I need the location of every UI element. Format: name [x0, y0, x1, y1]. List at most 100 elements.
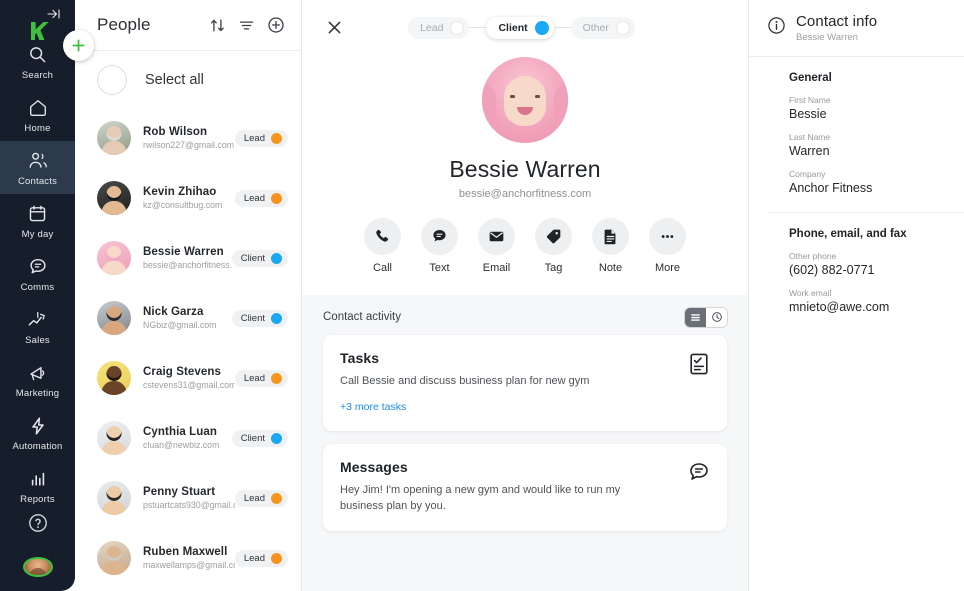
- sales-chart-icon: [0, 308, 75, 332]
- sidebar-item-reports[interactable]: Reports: [0, 459, 75, 512]
- list-item[interactable]: Bessie Warren bessie@anchorfitness.com Cli…: [75, 228, 301, 288]
- list-item[interactable]: Rob Wilson rwilson227@gmail.com Lead: [75, 108, 301, 168]
- list-item-text: Craig Stevens cstevens31@gmail.com: [143, 366, 235, 390]
- status-badge-label: Lead: [243, 492, 265, 504]
- status-badge[interactable]: Client: [231, 249, 288, 267]
- sort-arrows-icon[interactable]: [209, 17, 226, 34]
- contact-email: bessie@anchorfitness.com: [458, 188, 592, 200]
- add-contact-fab[interactable]: [63, 30, 94, 61]
- info-field[interactable]: Other phone (602) 882-0771: [789, 251, 946, 277]
- contact-email: maxwellamps@gmail.com: [143, 560, 235, 570]
- avatar: [97, 481, 131, 515]
- contact-info-title: Contact info: [796, 13, 878, 30]
- status-badge[interactable]: Lead: [234, 549, 288, 567]
- list-view-icon[interactable]: [685, 307, 706, 327]
- avatar: [97, 241, 131, 275]
- avatar: [97, 181, 131, 215]
- status-dot-icon: [271, 552, 282, 564]
- action-label: Call: [373, 262, 392, 274]
- people-panel: People Select all Rob Wilson rwilson227@…: [63, 0, 302, 591]
- status-dot-icon: [271, 192, 282, 204]
- tag-icon: [535, 218, 572, 255]
- action-call-button[interactable]: Call: [364, 218, 401, 274]
- info-field[interactable]: Last Name Warren: [789, 132, 946, 158]
- megaphone-icon: [0, 361, 75, 385]
- avatar: [97, 361, 131, 395]
- list-item[interactable]: Craig Stevens cstevens31@gmail.com Lead: [75, 348, 301, 408]
- action-tag-button[interactable]: Tag: [535, 218, 572, 274]
- lightning-bolt-icon: [0, 414, 75, 438]
- status-badge[interactable]: Lead: [234, 129, 288, 147]
- action-note-button[interactable]: Note: [592, 218, 629, 274]
- segment-lead[interactable]: Lead: [408, 16, 470, 39]
- contact-email: cstevens31@gmail.com: [143, 380, 235, 390]
- activity-title: Contact activity: [323, 311, 401, 323]
- sidebar-item-my-day[interactable]: My day: [0, 194, 75, 247]
- status-badge[interactable]: Lead: [234, 489, 288, 507]
- contact-info-subtitle: Bessie Warren: [796, 32, 858, 43]
- sidebar-item-automation[interactable]: Automation: [0, 406, 75, 459]
- status-badge-label: Lead: [243, 372, 265, 384]
- info-field[interactable]: Work email mnieto@awe.com: [789, 288, 946, 314]
- status-dot-icon: [271, 372, 282, 384]
- avatar[interactable]: [22, 556, 53, 577]
- contact-info-panel: Contact info Bessie Warren General First …: [749, 0, 964, 591]
- sidebar-item-comms[interactable]: Comms: [0, 247, 75, 300]
- action-label: Text: [429, 262, 450, 274]
- sidebar-item-home[interactable]: Home: [0, 88, 75, 141]
- status-badge[interactable]: Client: [231, 309, 288, 327]
- info-field[interactable]: First Name Bessie: [789, 95, 946, 121]
- sidebar-item-sales[interactable]: Sales: [0, 300, 75, 353]
- info-field-label: Other phone: [789, 251, 837, 261]
- action-text-button[interactable]: Text: [421, 218, 458, 274]
- select-all-row[interactable]: Select all: [75, 51, 301, 108]
- activity-view-toggle[interactable]: [685, 307, 727, 327]
- info-field[interactable]: Company Anchor Fitness: [789, 169, 946, 195]
- detail-toolbar: Lead Client Other: [302, 0, 748, 55]
- contact-info-titles: Contact info Bessie Warren: [796, 13, 877, 43]
- filter-icon[interactable]: [238, 17, 255, 34]
- contact-email: pstuartcats930@gmail.com: [143, 500, 235, 510]
- help-circle-icon[interactable]: [27, 512, 49, 557]
- close-icon[interactable]: [326, 19, 343, 36]
- list-item[interactable]: Ruben Maxwell maxwellamps@gmail.com Lead: [75, 528, 301, 588]
- action-email-button[interactable]: Email: [478, 218, 515, 274]
- sidebar-item-label: Automation: [12, 440, 63, 452]
- contact-avatar: [482, 57, 568, 143]
- sidebar-item-contacts[interactable]: Contacts: [0, 140, 75, 194]
- bar-chart-icon: [0, 467, 75, 491]
- info-field-value: (602) 882-0771: [789, 263, 875, 277]
- segment-client[interactable]: Client: [486, 16, 554, 39]
- contact-activity-section: Contact activity Tasks Call Bessie and d…: [302, 295, 748, 591]
- status-badge-label: Lead: [243, 132, 265, 144]
- segment-other[interactable]: Other: [570, 16, 635, 39]
- sidebar-item-marketing[interactable]: Marketing: [0, 353, 75, 406]
- info-field-label: First Name: [789, 95, 831, 105]
- envelope-icon: [478, 218, 515, 255]
- activity-card[interactable]: Tasks Call Bessie and discuss business pl…: [323, 335, 727, 431]
- activity-card[interactable]: Messages Hey Jim! I'm opening a new gym a…: [323, 443, 727, 531]
- lifecycle-stage-toggle[interactable]: Lead Client Other: [408, 16, 635, 39]
- list-item[interactable]: Nick Garza NGbiz@gmail.com Client: [75, 288, 301, 348]
- list-item[interactable]: Cynthia Luan cluan@newbiz.com Client: [75, 408, 301, 468]
- status-badge-label: Client: [240, 432, 265, 444]
- contacts-icon: [0, 149, 75, 173]
- contact-name: Ruben Maxwell: [143, 546, 228, 558]
- status-dot-icon: [271, 492, 282, 504]
- add-circle-icon[interactable]: [267, 16, 285, 34]
- segment-knob-icon: [450, 20, 465, 35]
- list-item[interactable]: Kevin Zhihao kz@consultbug.com Lead: [75, 168, 301, 228]
- task-checklist-icon: [688, 352, 710, 381]
- list-item[interactable]: Penny Stuart pstuartcats930@gmail.com Lead: [75, 468, 301, 528]
- status-badge[interactable]: Lead: [234, 369, 288, 387]
- list-item-text: Bessie Warren bessie@anchorfitness.com: [143, 246, 232, 270]
- action-more-button[interactable]: More: [649, 218, 686, 274]
- activity-card-list: Tasks Call Bessie and discuss business pl…: [323, 335, 727, 531]
- select-all-checkbox[interactable]: [97, 64, 127, 95]
- more-tasks-link[interactable]: +3 more tasks: [340, 401, 406, 413]
- status-badge[interactable]: Client: [231, 429, 288, 447]
- status-badge[interactable]: Lead: [234, 189, 288, 207]
- message-bubble-icon: [688, 461, 710, 490]
- clock-view-icon[interactable]: [706, 307, 727, 327]
- sidebar-item-label: Contacts: [17, 175, 58, 187]
